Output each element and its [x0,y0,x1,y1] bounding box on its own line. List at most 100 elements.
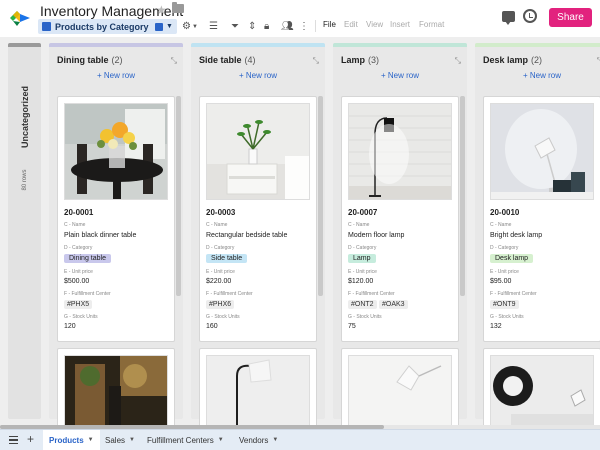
record-card[interactable] [341,348,459,425]
column-header[interactable]: Dining table (2) ⤡ [49,52,183,70]
record-card[interactable]: 20-0010 C - Name Bright desk lamp D - Ca… [483,96,600,342]
menu-insert[interactable]: Insert [390,20,410,29]
field-value-price: $220.00 [206,278,232,285]
product-image[interactable] [64,103,168,200]
record-card[interactable] [483,348,600,425]
column-header[interactable]: Desk lamp (2) ⤡ [475,52,600,70]
chevron-down-icon: ▼ [272,437,279,443]
product-image[interactable] [490,355,594,425]
menu-format[interactable]: Format [419,20,444,29]
tab-sales[interactable]: Sales ▼ [99,430,141,450]
field-label-stock: G - Stock Units [348,314,382,320]
column-count: (2) [111,55,123,65]
menu-file[interactable]: File [323,20,336,29]
field-label-fc: F - Fulfillment Center [206,291,253,297]
field-value-stock: 75 [348,323,356,330]
menu-view[interactable]: View [366,20,383,29]
pin-icon[interactable]: ⤡ [171,56,177,66]
chevron-down-icon: ▼ [129,437,135,443]
field-label-price: E - Unit price [348,269,377,275]
field-value-name: Modern floor lamp [348,232,405,239]
sort-icon[interactable]: ⇕ [248,19,256,34]
product-image[interactable] [206,355,310,425]
column-header[interactable]: Lamp (3) ⤡ [333,52,467,70]
tab-products[interactable]: Products ▼ [43,430,100,450]
product-image[interactable] [64,355,168,425]
record-card[interactable]: 20-0001 C - Name Plain black dinner tabl… [57,96,175,342]
category-pill: Side table [206,254,248,263]
history-icon[interactable] [523,9,537,23]
field-value-price: $95.00 [490,278,512,285]
field-label-stock: G - Stock Units [64,314,98,320]
fc-tag: #PHX5 [64,300,93,309]
column-count: (3) [368,55,380,65]
filter-icon[interactable]: ⏷ [231,19,239,34]
field-value-price: $500.00 [64,278,90,285]
record-card[interactable]: 20-0007 C - Name Modern floor lamp D - C… [341,96,459,342]
pin-icon[interactable]: ⤡ [455,56,461,66]
column-scrollbar[interactable] [318,96,323,296]
pin-icon[interactable]: ⤡ [597,56,600,66]
uncategorized-label: Uncategorized [20,85,30,149]
field-value-stock: 120 [64,323,76,330]
column-scrollbar[interactable] [176,96,181,296]
more-icon[interactable]: ⋮ [299,19,309,34]
comment-icon[interactable] [502,11,515,25]
folder-icon[interactable] [172,2,184,13]
share-button[interactable]: Share [549,8,592,27]
field-label-name: C - Name [490,222,512,228]
column-title: Side table [199,55,242,65]
add-sheet-icon[interactable]: + [27,432,34,446]
chevron-down-icon: ▼ [87,437,94,443]
product-image[interactable] [348,103,452,200]
field-label-price: E - Unit price [64,269,93,275]
fc-tag: #OAK3 [379,300,408,309]
star-icon[interactable]: ★ [156,3,167,17]
product-image[interactable] [490,103,594,200]
product-image[interactable] [348,355,452,425]
pin-icon[interactable]: ⤡ [313,56,319,66]
hamburger-icon[interactable] [9,436,18,444]
new-row-button[interactable]: + New row [333,71,467,80]
field-label-category: D - Category [206,245,235,251]
column-count: (2) [531,55,543,65]
field-value-name: Bright desk lamp [490,232,543,239]
column-header[interactable]: Side table (4) ⤡ [191,52,325,70]
tab-fulfillment-centers[interactable]: Fulfillment Centers ▼ [141,430,230,450]
field-label-stock: G - Stock Units [206,314,240,320]
menu-edit[interactable]: Edit [344,20,358,29]
chevron-down-icon: ▼ [217,437,224,443]
list-icon[interactable]: ☰ [209,19,218,34]
record-card[interactable] [57,348,175,425]
fc-tag: #ONT2 [348,300,377,309]
tab-vendors[interactable]: Vendors ▼ [233,430,284,450]
field-label-fc: F - Fulfillment Center [348,291,395,297]
fc-tag: #PHX6 [206,300,235,309]
share-users-icon[interactable]: 👥︎ [281,19,294,34]
uncategorized-column[interactable]: Uncategorized 80 rows [8,43,41,419]
lock-icon[interactable]: 🔒︎ [264,19,269,34]
new-row-button[interactable]: + New row [49,71,183,80]
product-image[interactable] [206,103,310,200]
new-row-button[interactable]: + New row [475,71,600,80]
field-value-name: Plain black dinner table [64,232,137,239]
field-value-name: Rectangular bedside table [206,232,288,239]
column-count: (4) [244,55,256,65]
record-id: 20-0003 [206,208,236,217]
app-logo-icon[interactable] [8,6,32,30]
view-options-button[interactable]: ▼ [151,19,177,34]
column-scrollbar[interactable] [460,96,465,296]
field-label-fc: F - Fulfillment Center [64,291,111,297]
field-value-stock: 132 [490,323,502,330]
column-color-bar [333,43,467,47]
new-row-button[interactable]: + New row [191,71,325,80]
tab-label: Products [49,435,84,445]
view-selector[interactable]: Products by Category ▼ [38,19,164,34]
field-label-stock: G - Stock Units [490,314,524,320]
record-card[interactable]: 20-0003 C - Name Rectangular bedside tab… [199,96,317,342]
record-card[interactable] [199,348,317,425]
gear-icon[interactable]: ⚙ ▼ [182,19,198,34]
column-title: Dining table [57,55,109,65]
view-name: Products by Category [55,21,149,32]
field-value-price: $120.00 [348,278,374,285]
